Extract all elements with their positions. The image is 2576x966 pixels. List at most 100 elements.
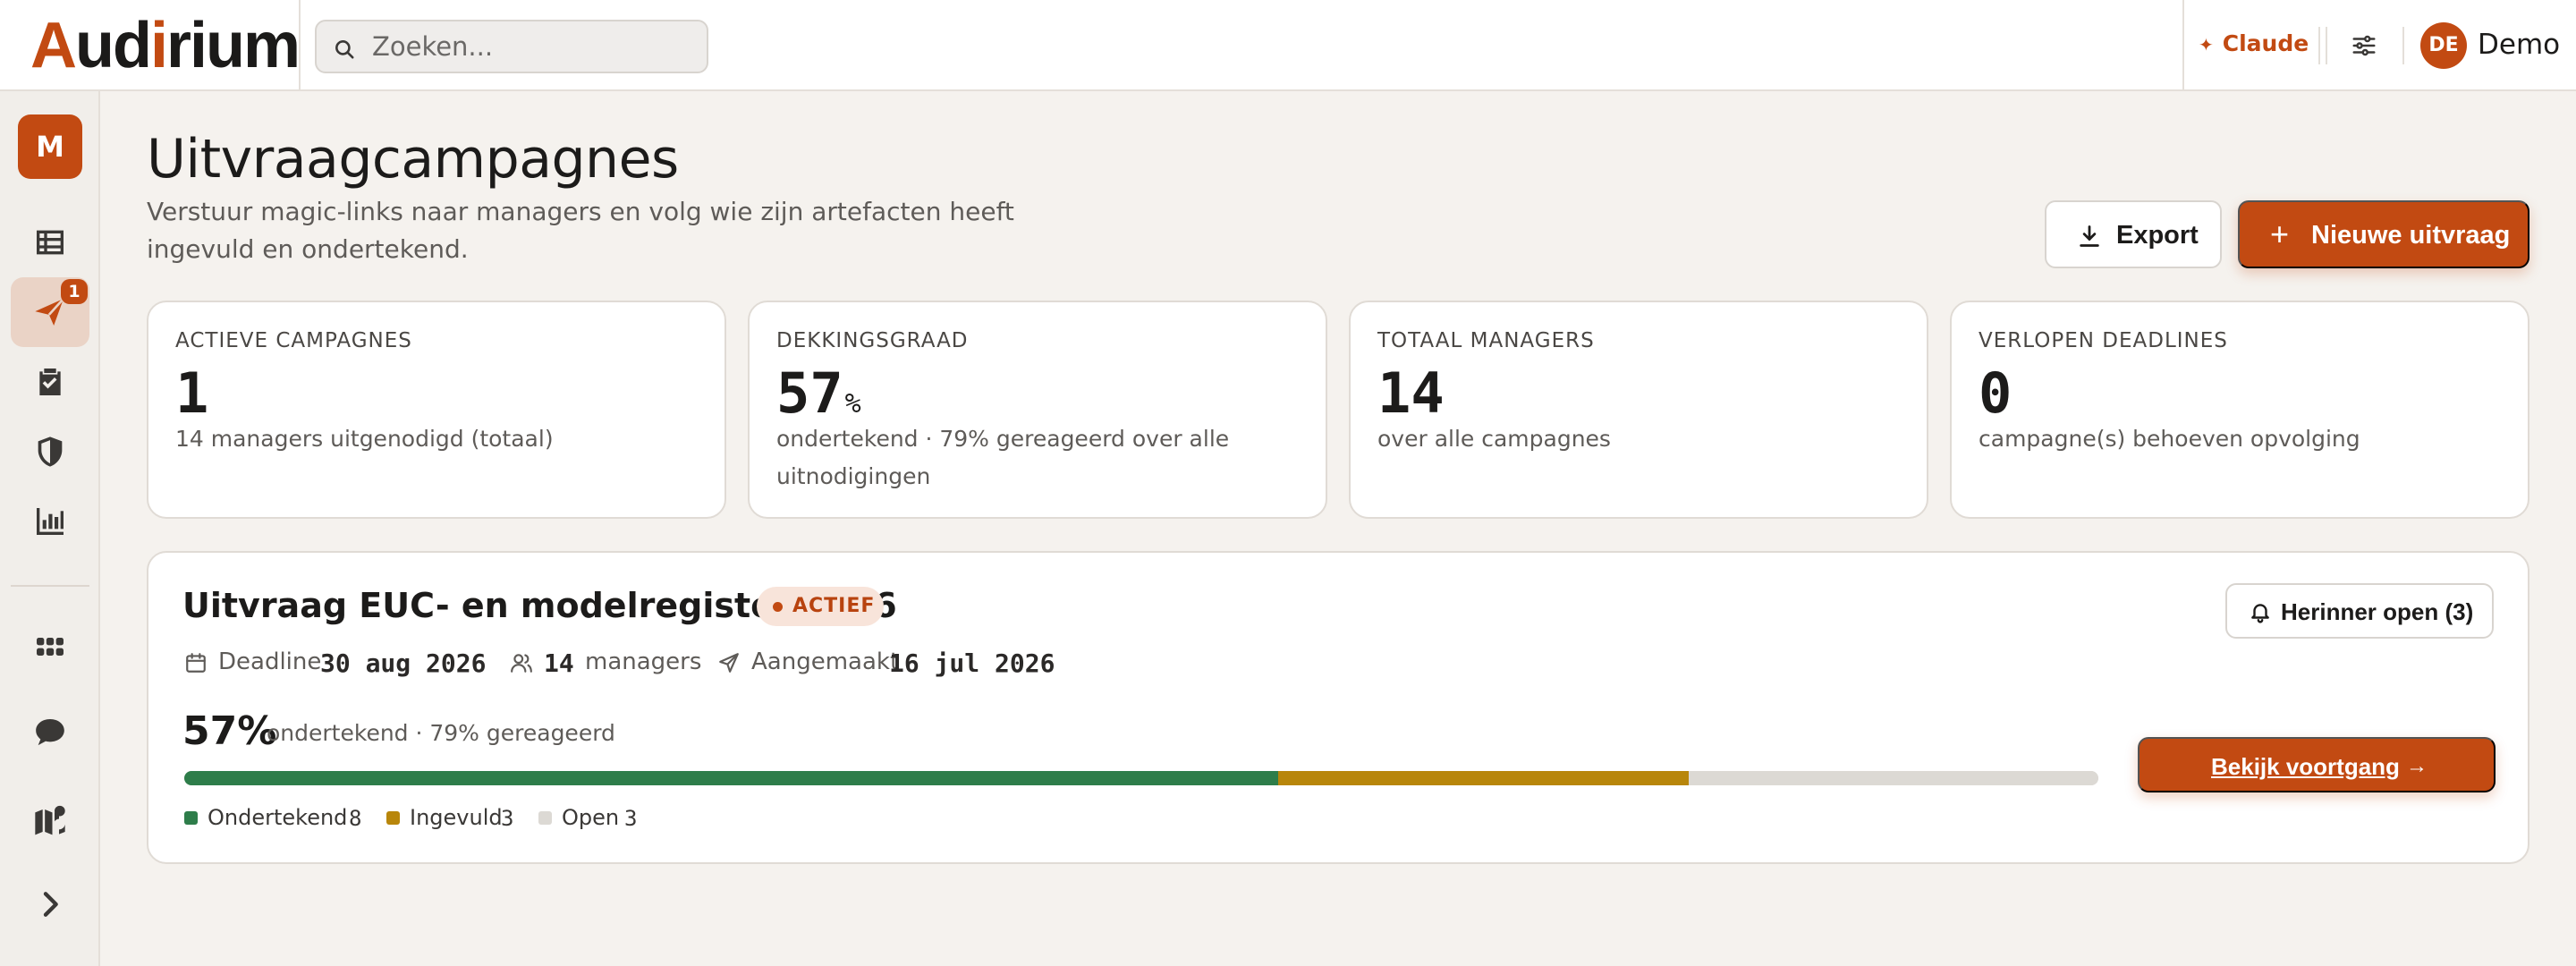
sidebar-item-compliance[interactable] (11, 417, 89, 487)
clipboard-check-icon (39, 369, 61, 395)
stat-value: 0 (1979, 360, 2012, 426)
sidebar-item-reports[interactable] (11, 487, 89, 556)
sparkle-icon: ✦ (2199, 34, 2214, 55)
created-meta: Aangemaakt 16 jul 2026 (717, 642, 1093, 682)
user-name[interactable]: Demo (2478, 25, 2560, 64)
page-title: Uitvraagcampagnes (147, 128, 679, 191)
page-subtitle: Verstuur magic-links naar managers en vo… (147, 197, 1014, 264)
sidebar: M 1 (0, 91, 100, 966)
status-dot (773, 602, 783, 612)
top-bar: Audirium ✦ Claude DE Demo (0, 0, 2576, 91)
legend-open: Open 3 (538, 801, 646, 834)
plus-icon: + (2270, 216, 2290, 252)
sidebar-expand-button[interactable] (11, 869, 89, 939)
stat-card-coverage: Dekkingsgraad 57% ondertekend · 79% gere… (748, 301, 1327, 519)
legend-label: Open (562, 805, 620, 830)
sidebar-item-map[interactable] (11, 784, 89, 853)
header-divider (2326, 27, 2327, 64)
progress-segment-open (1689, 771, 2098, 785)
send-outline-icon (719, 653, 739, 673)
download-icon (2080, 225, 2099, 247)
view-progress-button[interactable]: Bekijk voortgang → (2138, 737, 2496, 792)
legend-label: Ingevuld (410, 805, 503, 830)
stat-subtext: over alle campagnes (1377, 426, 1611, 452)
user-avatar[interactable]: DE (2420, 22, 2467, 69)
created-label: Aangemaakt (751, 648, 900, 675)
legend-signed: Ondertekend 8 (184, 801, 363, 834)
managers-label: managers (585, 648, 702, 675)
stat-card-active-campaigns: Actieve campagnes 1 14 managers uitgenod… (147, 301, 726, 519)
header-divider (2182, 0, 2184, 91)
shield-icon (38, 436, 63, 467)
search-icon (335, 40, 354, 59)
legend-filled: Ingevuld 3 (386, 801, 530, 834)
export-button[interactable]: Export (2045, 200, 2222, 268)
legend-swatch (386, 811, 400, 825)
claude-label: Claude (2222, 30, 2309, 56)
search-box[interactable] (315, 20, 708, 73)
stat-subtext: 14 managers uitgenodigd (totaal) (175, 426, 554, 452)
created-value: 16 jul 2026 (889, 648, 1055, 678)
grid-icon (37, 638, 64, 656)
progress-bar (184, 771, 2098, 785)
workspace-badge[interactable]: M (18, 114, 82, 179)
arrow-right-icon: → (2406, 754, 2428, 778)
new-campaign-label: Nieuwe uitvraag (2311, 221, 2511, 250)
users-icon (511, 654, 532, 673)
stat-subtext: ondertekend · 79% gereageerd over alle u… (776, 426, 1230, 489)
sidebar-item-tasks[interactable] (11, 347, 89, 417)
legend-count: 8 (349, 806, 362, 831)
stat-card-overdue-deadlines: Verlopen deadlines 0 campagne(s) behoeve… (1950, 301, 2529, 519)
stat-label: Dekkingsgraad (776, 329, 969, 352)
bell-icon (2251, 604, 2269, 623)
remind-open-button[interactable]: Herinner open (3) (2225, 583, 2494, 639)
search-input[interactable] (372, 27, 694, 66)
stat-label: Actieve campagnes (175, 329, 412, 352)
deadline-meta: Deadline 30 aug 2026 (184, 642, 488, 682)
bar-chart-icon (37, 508, 64, 535)
sidebar-item-campaigns[interactable]: 1 (11, 277, 89, 347)
header-divider (2318, 27, 2320, 64)
coverage-subtext: ondertekend · 79% gereageerd (267, 720, 615, 746)
new-campaign-button[interactable]: + Nieuwe uitvraag (2238, 200, 2529, 268)
campaign-card[interactable]: Uitvraag EUC- en modelregister 2026 ACTI… (147, 551, 2529, 864)
status-badge: ACTIEF (757, 587, 884, 626)
header-divider (2402, 27, 2404, 64)
stat-label: Verlopen deadlines (1979, 329, 2228, 352)
coverage-percent: 57% (182, 708, 277, 754)
progress-segment-ingevuld (1278, 771, 1689, 785)
view-progress-label: Bekijk voortgang (2211, 753, 2400, 780)
stat-card-total-managers: Totaal managers 14 over alle campagnes (1349, 301, 1928, 519)
stat-value: 14 (1377, 360, 1445, 426)
chat-icon (36, 719, 64, 746)
header-divider (299, 0, 301, 91)
stat-subtext: campagne(s) behoeven opvolging (1979, 426, 2360, 452)
deadline-label: Deadline (218, 648, 322, 675)
calendar-icon (186, 653, 206, 673)
map-icon (35, 805, 65, 835)
legend-swatch (538, 811, 552, 825)
stat-value: 1 (175, 360, 209, 426)
deadline-value: 30 aug 2026 (320, 648, 487, 678)
stat-label: Totaal managers (1377, 329, 1595, 352)
sidebar-item-messages[interactable] (11, 698, 89, 767)
chevron-right-icon (43, 892, 58, 917)
sidebar-divider (11, 585, 89, 587)
legend-label: Ondertekend (208, 805, 348, 830)
legend-count: 3 (501, 806, 514, 831)
legend-swatch (184, 811, 198, 825)
export-label: Export (2116, 221, 2199, 250)
remind-label: Herinner open (3) (2281, 598, 2474, 625)
claude-assistant-button[interactable]: ✦ Claude (2199, 25, 2309, 63)
app-logo[interactable]: Audirium (30, 13, 301, 79)
sliders-icon[interactable] (2351, 32, 2377, 59)
managers-meta: 14 managers (510, 642, 707, 682)
stat-unit: % (844, 388, 861, 419)
managers-count: 14 (544, 648, 574, 678)
progress-segment-ondertekend (184, 771, 1278, 785)
list-icon (37, 230, 64, 255)
sidebar-item-registers[interactable] (11, 208, 89, 277)
notification-badge: 1 (61, 279, 88, 304)
sidebar-item-apps[interactable] (11, 612, 89, 682)
legend-count: 3 (624, 806, 638, 831)
